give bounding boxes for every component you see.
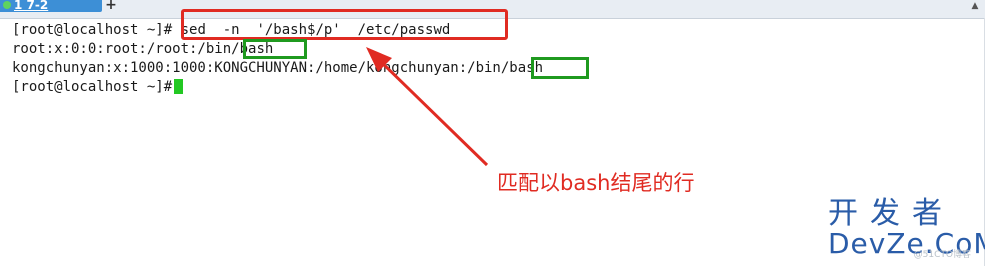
watermark-cn: 开发者 — [828, 196, 954, 231]
annotation-label: 匹配以bash结尾的行 — [497, 171, 695, 195]
watermark-small: @51CTO博客 — [913, 250, 971, 260]
